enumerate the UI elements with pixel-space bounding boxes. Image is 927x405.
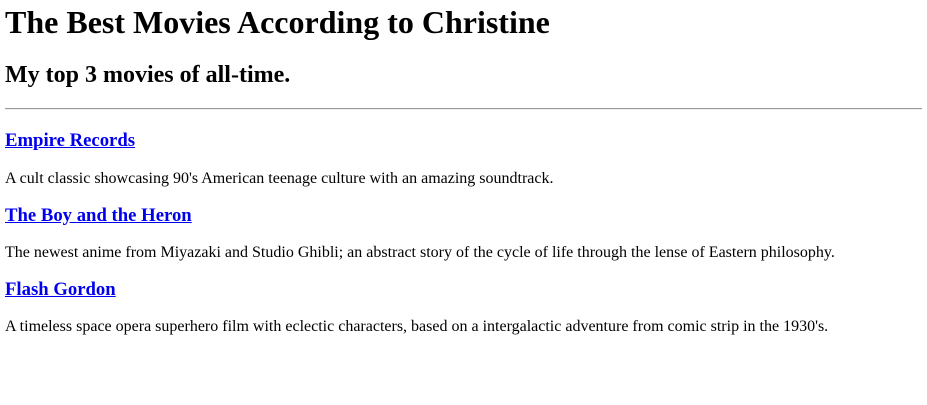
movie-description: A cult classic showcasing 90's American … — [5, 170, 554, 187]
movie-list: Empire Records A cult classic showcasing… — [5, 130, 922, 336]
divider — [5, 108, 922, 110]
movie-heading: Empire Records — [5, 130, 922, 152]
movie-description: The newest anime from Miyazaki and Studi… — [5, 244, 835, 261]
page-content: The Best Movies According to Christine M… — [0, 0, 927, 336]
movie-item: The Boy and the Heron The newest anime f… — [5, 205, 922, 262]
movie-item: Empire Records A cult classic showcasing… — [5, 130, 922, 188]
movie-link-empire-records[interactable]: Empire Records — [5, 130, 135, 151]
movie-link-flash-gordon[interactable]: Flash Gordon — [5, 279, 116, 300]
movie-item: Flash Gordon A timeless space opera supe… — [5, 279, 922, 336]
movie-link-the-boy-and-the-heron[interactable]: The Boy and the Heron — [5, 205, 192, 226]
movie-heading: Flash Gordon — [5, 279, 922, 301]
movie-heading: The Boy and the Heron — [5, 205, 922, 227]
page-subtitle: My top 3 movies of all-time. — [5, 62, 291, 88]
page-title: The Best Movies According to Christine — [5, 4, 550, 40]
movie-description: A timeless space opera superhero film wi… — [5, 318, 829, 335]
